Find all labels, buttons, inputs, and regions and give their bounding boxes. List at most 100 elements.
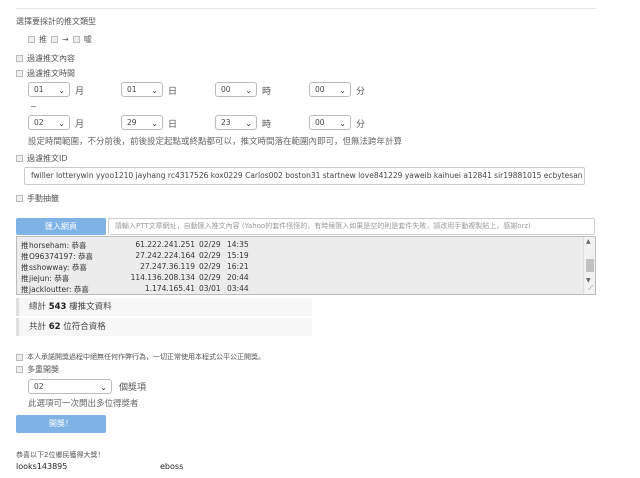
push-ip: 1.174.165.41 bbox=[144, 284, 195, 293]
multi-prize-hint: 此選項可一次開出多位得獎者 bbox=[28, 399, 139, 409]
content-filter-row: 過濾推文內容 bbox=[16, 53, 75, 64]
minute-unit: 分 bbox=[356, 87, 366, 97]
push-date: 02/29 bbox=[199, 240, 221, 249]
ptt-url-input[interactable]: 請輸入PTT文章網址，自動匯入推文內容 (Yahoo的套件怪怪的，有時候匯入如果… bbox=[108, 218, 595, 235]
manual-draw-row: 手動抽籤 bbox=[16, 193, 59, 204]
end-month-select[interactable]: 02 ⌄ bbox=[28, 115, 70, 130]
push-user-text: O96374197: 恭喜 bbox=[29, 252, 93, 261]
push-ip: 27.242.224.164 bbox=[135, 251, 195, 260]
chevron-down-icon: ⌄ bbox=[339, 119, 346, 128]
qualified-summary: 共計 62 位符合資格 bbox=[16, 318, 312, 336]
push-line: 推 jiejun: 恭喜 114.136.208.134 02/29 20:44 bbox=[21, 273, 581, 283]
id-filter-label: 過濾推文ID bbox=[27, 154, 68, 163]
push-user-text: sshowway: 恭喜 bbox=[29, 263, 87, 272]
push-date: 02/29 bbox=[199, 251, 221, 260]
push-time: 20:44 bbox=[227, 273, 249, 282]
multi-prize-row: 多重開獎 bbox=[16, 364, 59, 375]
push-user-text: horseham: 恭喜 bbox=[29, 241, 87, 250]
scroll-up-icon[interactable]: ▲ bbox=[586, 238, 591, 245]
push-date: 02/29 bbox=[199, 273, 221, 282]
push-date: 02/29 bbox=[199, 262, 221, 271]
chevron-down-icon: ⌄ bbox=[151, 86, 158, 95]
end-hour-select[interactable]: 23 ⌄ bbox=[215, 115, 257, 130]
total-count: 543 bbox=[48, 302, 67, 312]
top-divider bbox=[16, 8, 596, 9]
resize-handle-icon[interactable]: ⟋ bbox=[588, 284, 593, 293]
result-heading: 恭喜以下2位鄉民獲得大獎！ bbox=[16, 451, 105, 459]
content-filter-label: 過濾推文內容 bbox=[27, 54, 75, 63]
multi-prize-label: 多重開獎 bbox=[27, 365, 59, 374]
chevron-down-icon: ⌄ bbox=[245, 119, 252, 128]
prize-count-select[interactable]: 02 ⌄ bbox=[28, 379, 112, 394]
end-day-select[interactable]: 29 ⌄ bbox=[121, 115, 163, 130]
total-pushes-summary: 總計 543 樓推文資料 bbox=[16, 298, 312, 316]
month-unit: 月 bbox=[75, 120, 85, 130]
scrollbar-thumb[interactable] bbox=[586, 259, 594, 272]
chevron-down-icon: ⌄ bbox=[245, 86, 252, 95]
push-line: 推 sshowway: 恭喜 27.247.36.119 02/29 16:21 bbox=[21, 262, 581, 272]
minute-unit: 分 bbox=[356, 120, 366, 130]
hour-unit: 時 bbox=[262, 120, 272, 130]
multi-prize-checkbox[interactable] bbox=[16, 366, 23, 373]
prize-count-unit: 個獎項 bbox=[119, 383, 147, 393]
push-tag: 推 bbox=[21, 285, 29, 294]
day-unit: 日 bbox=[168, 87, 178, 97]
day-unit: 日 bbox=[168, 120, 178, 130]
push-type-heading: 選擇要採計的推文類型 bbox=[16, 17, 96, 26]
push-line: 推 O96374197: 恭喜 27.242.224.164 02/29 15:19 bbox=[21, 251, 581, 261]
filter-id-input[interactable]: fwiller lotterywin yyoo1210 jayhang rc43… bbox=[24, 167, 585, 185]
push-time: 16:21 bbox=[227, 262, 249, 271]
arrow-label: → bbox=[62, 35, 69, 44]
end-minute-select[interactable]: 00 ⌄ bbox=[309, 115, 351, 130]
start-month-select[interactable]: 01 ⌄ bbox=[28, 82, 70, 97]
push-checkbox[interactable] bbox=[28, 36, 35, 43]
push-line: 推 jackloutter: 恭喜 1.174.165.41 03/01 03:44 bbox=[21, 284, 581, 294]
scroll-down-icon[interactable]: ▼ bbox=[586, 277, 591, 284]
chevron-down-icon: ⌄ bbox=[58, 119, 65, 128]
chevron-down-icon: ⌄ bbox=[58, 86, 65, 95]
chevron-down-icon: ⌄ bbox=[100, 383, 107, 392]
push-tag: 推 bbox=[21, 274, 29, 283]
push-type-row: 推 → 噓 bbox=[28, 34, 92, 45]
push-ip: 61.222.241.251 bbox=[135, 240, 195, 249]
push-ip: 114.136.208.134 bbox=[130, 273, 195, 282]
draw-button[interactable]: 開獎！ bbox=[16, 415, 106, 433]
id-filter-checkbox[interactable] bbox=[16, 155, 23, 162]
push-tag: 推 bbox=[21, 263, 29, 272]
start-hour-select[interactable]: 00 ⌄ bbox=[215, 82, 257, 97]
push-tag: 推 bbox=[21, 252, 29, 261]
push-user-text: jiejun: 恭喜 bbox=[29, 274, 70, 283]
manual-draw-label: 手動抽籤 bbox=[27, 194, 59, 203]
time-range-hint: 設定時間範圍，不分前後，前後設定起點或終點都可以，推文時間落在範圍內即可，但無法… bbox=[28, 137, 403, 147]
winner-2: eboss bbox=[160, 462, 184, 471]
month-unit: 月 bbox=[75, 87, 85, 97]
time-filter-label: 過濾推文時間 bbox=[27, 69, 75, 78]
start-minute-select[interactable]: 00 ⌄ bbox=[309, 82, 351, 97]
push-user-text: jackloutter: 恭喜 bbox=[29, 285, 89, 294]
chevron-down-icon: ⌄ bbox=[151, 119, 158, 128]
push-ip: 27.247.36.119 bbox=[140, 262, 195, 271]
push-time: 14:35 bbox=[227, 240, 249, 249]
push-content-textarea[interactable]: 推 horseham: 恭喜 61.222.241.251 02/29 14:35 推 O9… bbox=[16, 236, 596, 295]
push-tag: 推 bbox=[21, 241, 29, 250]
winner-1: looks143895 bbox=[16, 462, 68, 471]
qualified-count: 62 bbox=[48, 322, 61, 332]
time-filter-checkbox[interactable] bbox=[16, 70, 23, 77]
push-date: 03/01 bbox=[199, 284, 221, 293]
push-label: 推 bbox=[39, 35, 47, 44]
chevron-down-icon: ⌄ bbox=[339, 86, 346, 95]
range-tilde: ~ bbox=[30, 102, 37, 111]
push-time: 15:19 bbox=[227, 251, 249, 260]
import-button[interactable]: 匯入網頁 bbox=[16, 218, 106, 235]
arrow-checkbox[interactable] bbox=[51, 36, 58, 43]
content-filter-checkbox[interactable] bbox=[16, 55, 23, 62]
boo-label: 噓 bbox=[83, 35, 92, 44]
manual-draw-checkbox[interactable] bbox=[16, 195, 23, 202]
push-time: 03:44 bbox=[227, 284, 249, 293]
time-filter-row: 過濾推文時間 bbox=[16, 68, 75, 79]
start-day-select[interactable]: 01 ⌄ bbox=[121, 82, 163, 97]
push-line: 推 horseham: 恭喜 61.222.241.251 02/29 14:35 bbox=[21, 240, 581, 250]
boo-checkbox[interactable] bbox=[72, 36, 80, 43]
agreement-checkbox[interactable] bbox=[16, 353, 23, 361]
id-filter-row: 過濾推文ID bbox=[16, 153, 68, 164]
